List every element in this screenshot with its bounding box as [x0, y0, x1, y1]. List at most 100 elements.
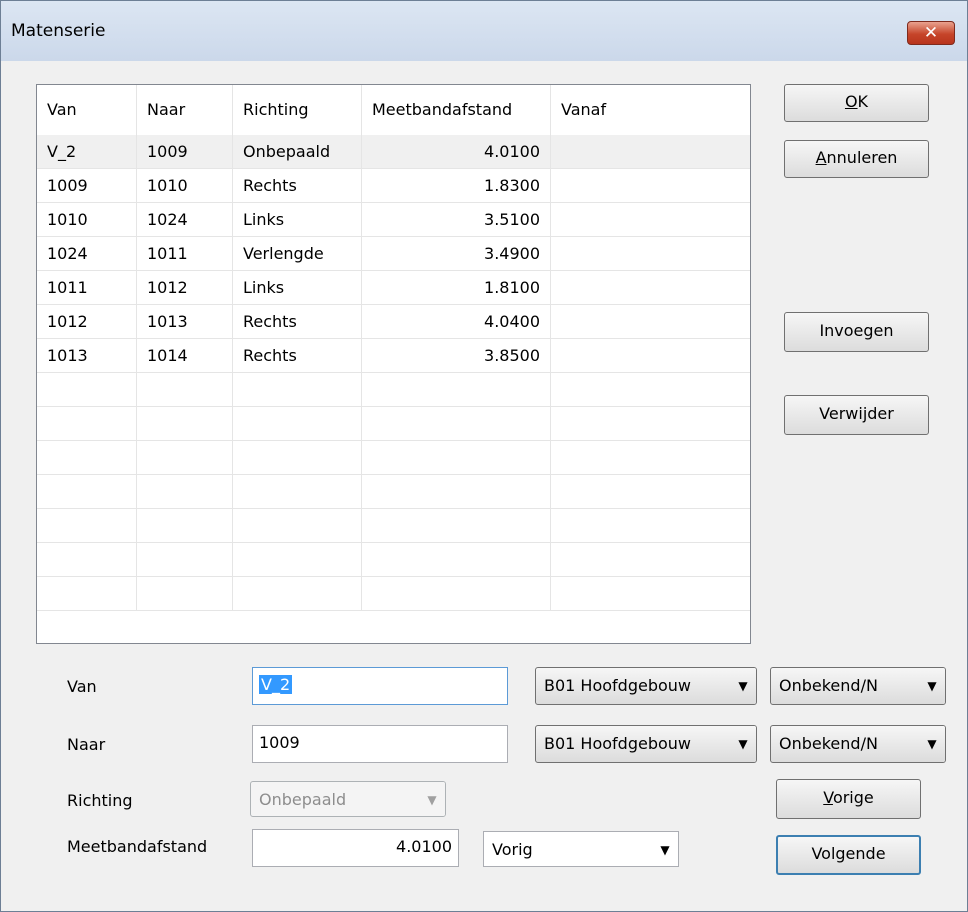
table-cell-vanaf	[551, 203, 750, 236]
table-cell-naar: 1012	[137, 271, 233, 304]
table-cell-van: 1024	[37, 237, 137, 270]
table-cell-naar: 1013	[137, 305, 233, 338]
verwijder-button[interactable]: Verwijder	[784, 395, 929, 435]
table-cell-naar: 1010	[137, 169, 233, 202]
table-cell-richting	[233, 407, 362, 440]
table-cell-afstand	[362, 543, 551, 576]
volgende-button[interactable]: Volgende	[776, 835, 921, 875]
table-cell-vanaf	[551, 169, 750, 202]
column-header-van[interactable]: Van	[37, 85, 137, 135]
ok-button[interactable]: OK	[784, 84, 929, 122]
van-status-select[interactable]: Onbekend/N ▼	[770, 667, 946, 705]
meetbandafstand-label: Meetbandafstand	[67, 837, 208, 856]
naar-status-select[interactable]: Onbekend/N ▼	[770, 725, 946, 763]
table-row[interactable]: 1010 1024 Links 3.5100	[37, 203, 750, 237]
table-cell-vanaf	[551, 237, 750, 270]
chevron-down-icon: ▼	[919, 726, 945, 762]
invoegen-button[interactable]: Invoegen	[784, 312, 929, 352]
table-cell-vanaf	[551, 543, 750, 576]
table-cell-van	[37, 373, 137, 406]
close-icon: ✕	[923, 23, 939, 43]
naar-label: Naar	[67, 735, 106, 754]
table-cell-afstand	[362, 373, 551, 406]
meetbandafstand-value: 4.0100	[396, 837, 452, 856]
column-header-meetbandafstand[interactable]: Meetbandafstand	[362, 85, 551, 135]
table-row[interactable]: 1012 1013 Rechts 4.0400	[37, 305, 750, 339]
table-row[interactable]	[37, 475, 750, 509]
richting-select: Onbepaald ▼	[250, 781, 446, 817]
table-cell-afstand	[362, 475, 551, 508]
vorige-label: orige	[832, 788, 874, 807]
table-row[interactable]: 1013 1014 Rechts 3.8500	[37, 339, 750, 373]
table-cell-vanaf	[551, 407, 750, 440]
table-cell-afstand: 4.0100	[362, 135, 551, 168]
meetband-mode-value: Vorig	[492, 840, 533, 859]
table-cell-richting	[233, 509, 362, 542]
naar-input[interactable]: 1009	[252, 725, 508, 763]
table-cell-vanaf	[551, 135, 750, 168]
table-cell-naar: 1014	[137, 339, 233, 372]
table-row[interactable]: 1009 1010 Rechts 1.8300	[37, 169, 750, 203]
table-row[interactable]	[37, 543, 750, 577]
table-row[interactable]	[37, 441, 750, 475]
table-cell-naar	[137, 407, 233, 440]
table-cell-richting	[233, 543, 362, 576]
table-cell-richting	[233, 373, 362, 406]
table-cell-vanaf	[551, 271, 750, 304]
table-row[interactable]	[37, 577, 750, 611]
table-cell-van: 1010	[37, 203, 137, 236]
meetband-mode-select[interactable]: Vorig ▼	[483, 831, 679, 867]
table-cell-van	[37, 577, 137, 610]
table-row[interactable]	[37, 373, 750, 407]
van-label: Van	[67, 677, 97, 696]
meetbandafstand-input[interactable]: 4.0100	[252, 829, 459, 867]
table-row[interactable]: 1024 1011 Verlengde 3.4900	[37, 237, 750, 271]
vorige-button[interactable]: Vorige	[776, 779, 921, 819]
naar-building-select[interactable]: B01 Hoofdgebouw ▼	[535, 725, 757, 763]
van-building-select[interactable]: B01 Hoofdgebouw ▼	[535, 667, 757, 705]
table-cell-naar	[137, 543, 233, 576]
table-cell-richting: Rechts	[233, 339, 362, 372]
table-cell-afstand: 4.0400	[362, 305, 551, 338]
measurement-grid[interactable]: Van Naar Richting Meetbandafstand Vanaf …	[36, 84, 751, 644]
naar-status-value: Onbekend/N	[779, 734, 878, 753]
column-header-vanaf[interactable]: Vanaf	[551, 85, 750, 135]
annuleren-button[interactable]: Annuleren	[784, 140, 929, 178]
chevron-down-icon: ▼	[652, 832, 678, 866]
table-cell-naar: 1024	[137, 203, 233, 236]
richting-label: Richting	[67, 791, 133, 810]
table-row[interactable]	[37, 407, 750, 441]
naar-input-value: 1009	[259, 733, 300, 752]
table-cell-afstand: 1.8100	[362, 271, 551, 304]
table-cell-van: 1009	[37, 169, 137, 202]
table-cell-afstand: 3.5100	[362, 203, 551, 236]
table-row[interactable]	[37, 509, 750, 543]
ok-mnemonic: O	[844, 92, 858, 111]
table-row[interactable]: 1011 1012 Links 1.8100	[37, 271, 750, 305]
title-bar[interactable]: Matenserie ✕	[1, 1, 967, 61]
table-cell-naar	[137, 577, 233, 610]
table-cell-richting: Onbepaald	[233, 135, 362, 168]
annuleren-mnemonic: A	[815, 148, 827, 167]
chevron-down-icon: ▼	[730, 726, 756, 762]
table-cell-naar	[137, 441, 233, 474]
van-input[interactable]: V_2	[252, 667, 508, 705]
grid-header: Van Naar Richting Meetbandafstand Vanaf	[37, 85, 750, 135]
van-input-value: V_2	[259, 675, 293, 694]
table-cell-van: 1012	[37, 305, 137, 338]
table-cell-van: 1013	[37, 339, 137, 372]
table-row[interactable]: V_2 1009 Onbepaald 4.0100	[37, 135, 750, 169]
column-header-naar[interactable]: Naar	[137, 85, 233, 135]
table-cell-van: 1011	[37, 271, 137, 304]
van-building-value: B01 Hoofdgebouw	[544, 676, 691, 695]
table-cell-richting: Verlengde	[233, 237, 362, 270]
table-cell-afstand: 3.4900	[362, 237, 551, 270]
column-header-richting[interactable]: Richting	[233, 85, 362, 135]
table-cell-richting	[233, 441, 362, 474]
close-button[interactable]: ✕	[907, 21, 955, 45]
table-cell-naar	[137, 475, 233, 508]
table-cell-vanaf	[551, 577, 750, 610]
table-cell-vanaf	[551, 305, 750, 338]
table-cell-richting: Links	[233, 271, 362, 304]
chevron-down-icon: ▼	[730, 668, 756, 704]
